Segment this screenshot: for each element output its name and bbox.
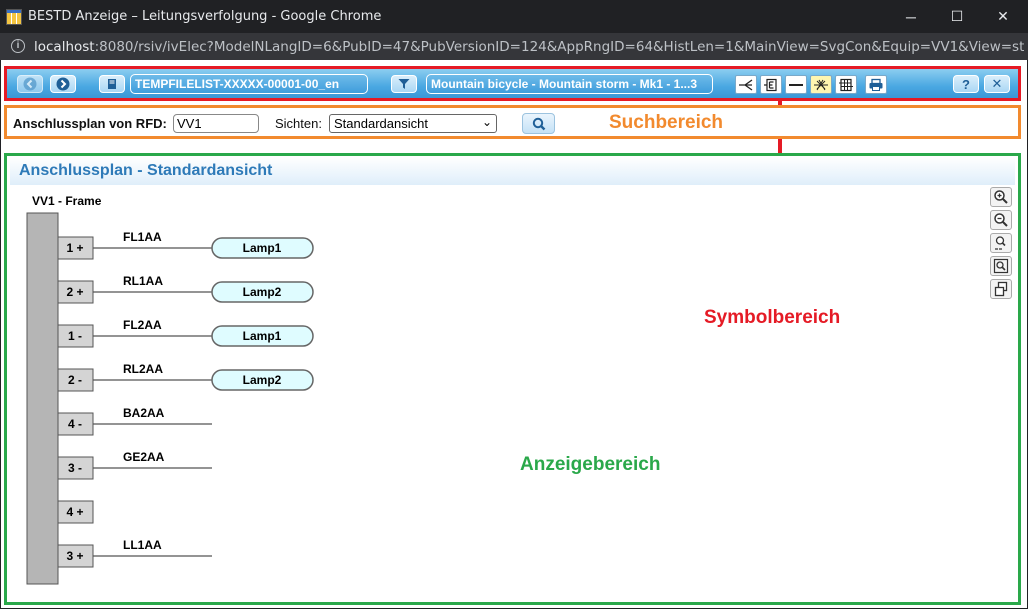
frame-connector-body[interactable] [26, 212, 59, 585]
print-button[interactable] [865, 75, 887, 94]
symbol-area-label: Symbolbereich [704, 307, 841, 328]
url-host: localhost [34, 39, 95, 55]
highlight-button[interactable] [810, 75, 832, 94]
window-titlebar: BESTD Anzeige – Leitungsverfolgung - Goo… [0, 0, 1028, 33]
zoom-out-button[interactable] [990, 210, 1012, 230]
search-area: Anschlussplan von RFD: Sichten: Standard… [4, 105, 1021, 139]
pin-label: 2 - [68, 373, 82, 387]
pin-label: 4 + [66, 505, 83, 519]
display-area-label: Anzeigebereich [520, 454, 661, 475]
filelist-selector[interactable]: TEMPFILELIST-XXXXX-00001-00_en [130, 74, 368, 94]
zoom-fit-icon [993, 258, 1009, 274]
pin-label: 1 - [68, 329, 82, 343]
forward-button[interactable] [50, 75, 76, 93]
pin-label: 1 + [66, 241, 83, 255]
zoom-fit-button[interactable] [990, 256, 1012, 276]
filter-button[interactable] [391, 75, 417, 93]
new-window-button[interactable] [990, 279, 1012, 299]
maximize-button[interactable]: ☐ [934, 0, 980, 33]
wire-label[interactable]: GE2AA [123, 450, 165, 464]
page-content: TEMPFILELIST-XXXXX-00001-00_en Mountain … [1, 60, 1027, 608]
wire-label[interactable]: FL2AA [123, 318, 162, 332]
search-button[interactable] [522, 113, 555, 134]
lamp-label: Lamp1 [243, 241, 282, 255]
lamp-label: Lamp1 [243, 329, 282, 343]
arrow-left-icon [23, 77, 37, 91]
app-icon [6, 9, 22, 25]
connection-plan: VV1 - Frame 1 + FL1AA Lamp1 2 + RL1AA Lamp2 1 … [26, 194, 314, 585]
address-bar[interactable]: i localhost:8080/rsiv/ivElec?ModelNLangI… [0, 33, 1028, 60]
wiring-tree-icon [739, 78, 753, 91]
zoom-reset-button[interactable] [990, 233, 1012, 253]
display-area: Anschlussplan - Standardansicht VV1 - Fr… [4, 153, 1021, 605]
pin-label: 3 + [66, 549, 83, 563]
minimize-button[interactable]: ─ [888, 0, 934, 33]
search-area-label: Suchbereich [609, 112, 724, 133]
hatch-icon [814, 79, 828, 90]
connector-button[interactable] [760, 75, 782, 94]
wire-label[interactable]: RL2AA [123, 362, 163, 376]
printer-icon [869, 78, 883, 91]
help-button[interactable]: ? [953, 75, 979, 93]
wire-label[interactable]: RL1AA [123, 274, 163, 288]
vehicle-selector[interactable]: Mountain bicycle - Mountain storm - Mk1 … [426, 74, 713, 94]
wiring-tree-button[interactable] [735, 75, 757, 94]
rfd-input[interactable] [173, 114, 259, 133]
filter-icon [398, 79, 410, 89]
view-select-value: Standardansicht [334, 116, 428, 131]
lamp-label: Lamp2 [243, 285, 282, 299]
book-icon [108, 79, 116, 89]
grid-button[interactable] [835, 75, 857, 94]
arrow-right-icon [56, 77, 70, 91]
wire-label[interactable]: BA2AA [123, 406, 165, 420]
close-window-button[interactable]: ✕ [980, 0, 1026, 33]
search-icon [532, 117, 545, 130]
zoom-toolbar [990, 187, 1014, 302]
pin-label: 2 + [66, 285, 83, 299]
frame-label: VV1 - Frame [32, 194, 102, 208]
window-title: BESTD Anzeige – Leitungsverfolgung - Goo… [28, 9, 382, 24]
site-info-icon[interactable]: i [11, 39, 25, 53]
wire-button[interactable] [785, 75, 807, 94]
wire-icon [789, 83, 803, 86]
new-window-icon [994, 281, 1008, 297]
view-select[interactable]: Standardansicht ⌄ [329, 114, 497, 133]
chevron-down-icon: ⌄ [481, 115, 492, 129]
lamp-label: Lamp2 [243, 373, 282, 387]
wire-label[interactable]: LL1AA [123, 538, 162, 552]
url-text[interactable]: localhost:8080/rsiv/ivElec?ModelNLangID=… [34, 39, 1024, 55]
zoom-out-icon [994, 213, 1008, 227]
zoom-in-button[interactable] [990, 187, 1012, 207]
connector-icon [764, 78, 777, 91]
rfd-label: Anschlussplan von RFD: [13, 116, 167, 131]
zoom-actual-size-icon [995, 236, 1006, 250]
back-button[interactable] [17, 75, 43, 93]
view-label: Sichten: [275, 116, 322, 131]
symbol-toolbar: TEMPFILELIST-XXXXX-00001-00_en Mountain … [4, 66, 1021, 101]
pin-label: 4 - [68, 417, 82, 431]
zoom-in-icon [994, 190, 1008, 204]
book-button[interactable] [99, 75, 125, 93]
close-view-button[interactable]: ✕ [984, 75, 1010, 93]
url-path: :8080/rsiv/ivElec?ModelNLangID=6&PubID=4… [94, 39, 1024, 55]
wire-label[interactable]: FL1AA [123, 230, 162, 244]
grid-icon [839, 78, 853, 91]
pin-label: 3 - [68, 461, 82, 475]
